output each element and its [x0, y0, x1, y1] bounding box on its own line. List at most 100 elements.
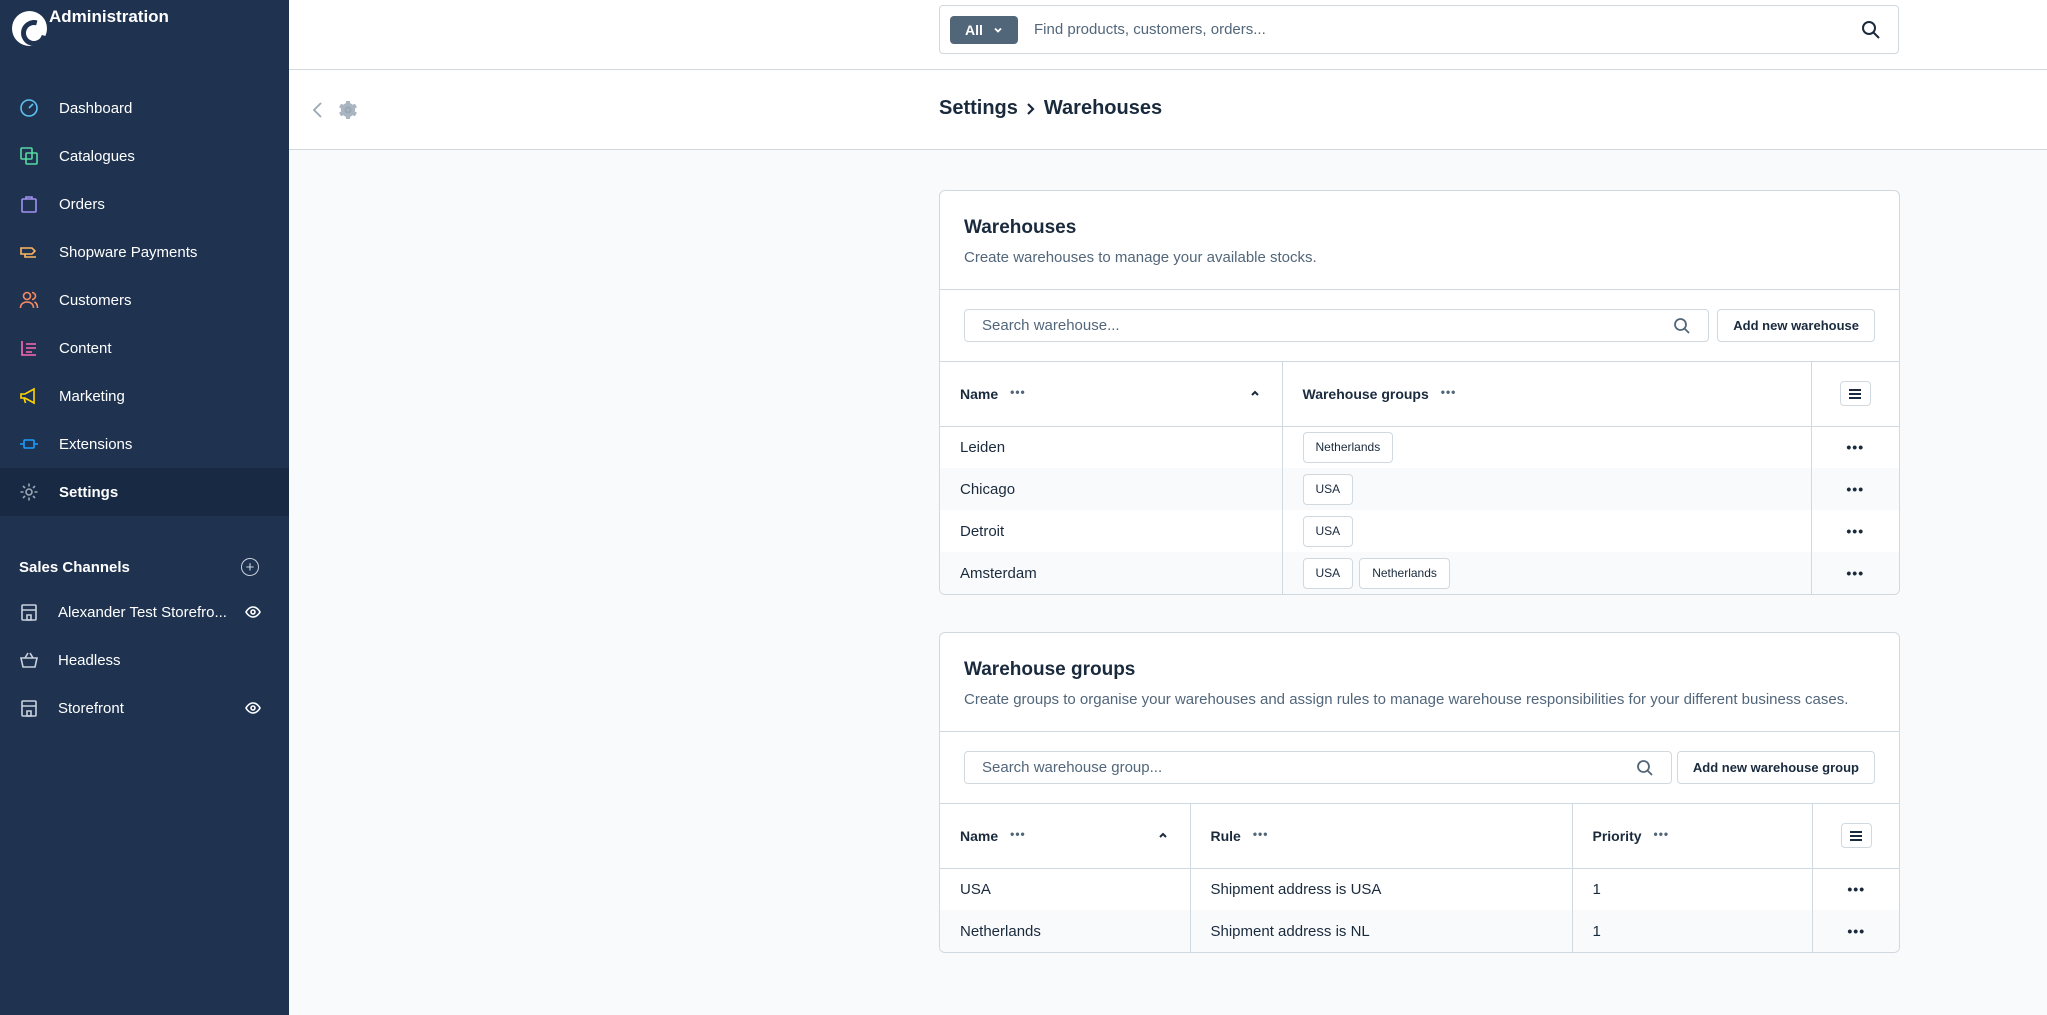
- sidebar-item-extensions[interactable]: Extensions: [0, 420, 289, 468]
- table-header-row: Name ••• Rule ••• Priority •••: [940, 804, 1899, 869]
- table-row: Netherlands Shipment address is NL 1 •••: [940, 910, 1899, 952]
- sales-channel-label: Headless: [58, 651, 121, 669]
- sidebar-item-customers[interactable]: Customers: [0, 276, 289, 324]
- sidebar-item-dashboard[interactable]: Dashboard: [0, 84, 289, 132]
- cell-groups: USA: [1281, 468, 1811, 510]
- main-nav: Dashboard Catalogues Orders Shopware Pay…: [0, 84, 289, 516]
- table-row: Detroit USA •••: [940, 510, 1899, 552]
- cell-priority: 1: [1571, 910, 1812, 952]
- cell-name[interactable]: Detroit: [940, 510, 1282, 552]
- warehouse-toolbar: Add new warehouse: [940, 290, 1899, 362]
- table-row: Amsterdam USA Netherlands •••: [940, 552, 1899, 594]
- back-icon[interactable]: [311, 101, 325, 119]
- column-label: Warehouse groups: [1302, 386, 1429, 403]
- sidebar-item-label: Customers: [59, 291, 132, 309]
- column-label: Name: [960, 828, 999, 845]
- search-icon[interactable]: [1673, 317, 1691, 335]
- global-search-input[interactable]: [1034, 21, 1860, 38]
- column-menu-icon[interactable]: •••: [1654, 827, 1670, 841]
- add-warehouse-group-button[interactable]: Add new warehouse group: [1676, 751, 1875, 784]
- column-menu-icon[interactable]: •••: [1010, 385, 1026, 399]
- row-actions-icon[interactable]: •••: [1811, 868, 1899, 910]
- sidebar-item-content[interactable]: Content: [0, 324, 289, 372]
- catalogues-icon: [18, 145, 40, 167]
- card-header: Warehouse groups Create groups to organi…: [940, 633, 1899, 732]
- eye-icon[interactable]: [245, 604, 261, 620]
- column-settings: [1811, 804, 1899, 869]
- cell-groups: Netherlands: [1281, 426, 1811, 468]
- eye-icon[interactable]: [245, 700, 261, 716]
- cell-groups: USA Netherlands: [1281, 552, 1811, 594]
- shopware-logo-icon[interactable]: [12, 10, 47, 46]
- chevron-right-icon: [1027, 102, 1035, 115]
- add-sales-channel-icon[interactable]: +: [241, 558, 259, 576]
- row-actions-icon[interactable]: •••: [1810, 552, 1899, 594]
- sidebar-item-label: Content: [59, 339, 112, 357]
- column-header-rule[interactable]: Rule •••: [1189, 804, 1572, 869]
- warehouses-card: Warehouses Create warehouses to manage y…: [939, 190, 1900, 595]
- cell-priority: 1: [1571, 868, 1812, 910]
- search-icon[interactable]: [1860, 19, 1882, 41]
- add-warehouse-button[interactable]: Add new warehouse: [1717, 309, 1875, 342]
- column-label: Rule: [1210, 828, 1241, 845]
- table-header-row: Name ••• Warehouse groups •••: [940, 362, 1899, 427]
- cell-rule: Shipment address is NL: [1189, 910, 1572, 952]
- sidebar-item-marketing[interactable]: Marketing: [0, 372, 289, 420]
- search-type-select[interactable]: All: [950, 15, 1018, 44]
- sidebar-item-catalogues[interactable]: Catalogues: [0, 132, 289, 180]
- card-title: Warehouses: [964, 217, 1077, 238]
- customers-icon: [18, 289, 40, 311]
- breadcrumb-parent[interactable]: Settings: [939, 97, 1018, 120]
- smart-bar: Settings Warehouses: [289, 70, 2047, 150]
- sales-channel-item[interactable]: Storefront: [0, 684, 289, 732]
- cell-rule: Shipment address is USA: [1189, 868, 1572, 910]
- sidebar-item-orders[interactable]: Orders: [0, 180, 289, 228]
- cell-name[interactable]: Netherlands: [940, 910, 1190, 952]
- sales-channels-header: Sales Channels +: [19, 556, 259, 578]
- row-actions-icon[interactable]: •••: [1810, 510, 1899, 552]
- column-menu-icon[interactable]: •••: [1010, 827, 1026, 841]
- cell-name[interactable]: USA: [940, 868, 1190, 910]
- warehouse-group-table: Name ••• Rule ••• Priority ••• USA Shipm…: [940, 804, 1899, 952]
- column-header-name[interactable]: Name •••: [940, 362, 1282, 427]
- column-label: Priority: [1592, 828, 1642, 845]
- row-actions-icon[interactable]: •••: [1810, 468, 1899, 510]
- brand[interactable]: [12, 8, 47, 48]
- sales-channel-item[interactable]: Alexander Test Storefro...: [0, 588, 289, 636]
- row-actions-icon[interactable]: •••: [1810, 426, 1899, 468]
- group-tag: USA: [1302, 557, 1354, 589]
- search-icon[interactable]: [1636, 759, 1654, 777]
- column-header-priority[interactable]: Priority •••: [1571, 804, 1812, 869]
- marketing-icon: [18, 385, 40, 407]
- column-settings-button[interactable]: [1839, 381, 1871, 407]
- sidebar-item-label: Catalogues: [59, 147, 135, 165]
- group-tag: Netherlands: [1359, 557, 1450, 589]
- sort-ascending-icon[interactable]: [1250, 388, 1260, 398]
- column-menu-icon[interactable]: •••: [1253, 827, 1269, 841]
- column-settings-button[interactable]: [1840, 823, 1872, 849]
- column-header-groups[interactable]: Warehouse groups •••: [1281, 362, 1811, 427]
- app-title: Administration: [49, 7, 169, 26]
- column-header-name[interactable]: Name •••: [940, 804, 1190, 869]
- sidebar-item-settings[interactable]: Settings: [0, 468, 289, 516]
- warehouse-group-search: [964, 751, 1672, 784]
- gear-icon: [339, 101, 357, 119]
- cell-name[interactable]: Leiden: [940, 426, 1282, 468]
- sales-channel-item[interactable]: Headless: [0, 636, 289, 684]
- warehouse-search-input[interactable]: [965, 317, 1673, 334]
- column-menu-icon[interactable]: •••: [1441, 385, 1457, 399]
- table-row: Chicago USA •••: [940, 468, 1899, 510]
- table-row: Leiden Netherlands •••: [940, 426, 1899, 468]
- sort-ascending-icon[interactable]: [1158, 830, 1168, 840]
- sales-channel-label: Alexander Test Storefro...: [58, 603, 227, 621]
- sidebar-item-shopware-payments[interactable]: Shopware Payments: [0, 228, 289, 276]
- sales-channel-list: Alexander Test Storefro... Headless Stor…: [0, 588, 289, 732]
- warehouse-group-search-input[interactable]: [965, 759, 1636, 776]
- row-actions-icon[interactable]: •••: [1811, 910, 1899, 952]
- breadcrumb-current: Warehouses: [1043, 97, 1163, 119]
- cell-name[interactable]: Amsterdam: [940, 552, 1282, 594]
- cell-name[interactable]: Chicago: [940, 468, 1282, 510]
- sidebar-item-label: Orders: [59, 195, 105, 213]
- warehouse-table: Name ••• Warehouse groups ••• Leiden Nethe…: [940, 362, 1899, 594]
- sales-channel-label: Storefront: [58, 699, 124, 717]
